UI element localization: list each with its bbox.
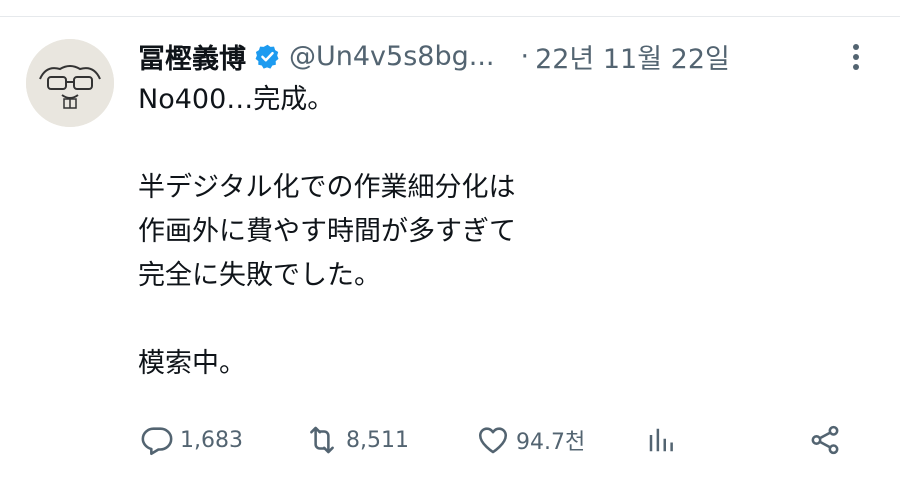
views-button[interactable] [646,418,676,462]
tweet-text: No400…完成。 半デジタル化での作業細分化は 作画外に費やす時間が多すぎて … [138,78,838,386]
retweet-icon [304,423,340,457]
tweet-text-line: 完全に失敗でした。 [138,260,381,291]
more-icon[interactable] [842,40,870,74]
retweet-count: 8,511 [346,427,409,453]
tweet-text-blank [138,298,838,342]
tweet-header: 冨樫義博 @Un4v5s8bg... · 22년 11월 22일 [138,30,878,82]
share-button[interactable] [808,418,842,462]
tweet-text-line: 半デジタル化での作業細分化は [138,172,516,203]
share-icon [808,423,842,457]
reply-icon [140,423,174,457]
tweet-text-blank [138,122,838,166]
reply-button[interactable]: 1,683 [140,418,243,462]
views-icon [646,423,676,457]
tweet-timestamp[interactable]: 22년 11월 22일 [535,37,730,76]
author-handle[interactable]: @Un4v5s8bg... [289,41,494,72]
tweet-text-line: 模索中。 [138,348,246,379]
avatar[interactable] [26,39,114,127]
like-button[interactable]: 94.7천 [476,418,585,462]
tweet-text-line: 作画外に費やす時間が多すぎて [138,216,516,247]
retweet-button[interactable]: 8,511 [304,418,409,462]
top-divider [0,16,900,17]
display-name[interactable]: 冨樫義博 [138,37,246,76]
verified-icon [254,43,281,70]
reply-count: 1,683 [180,427,243,453]
action-bar: 1,683 8,511 94.7천 [138,418,853,462]
header-separator: · [520,40,530,72]
tweet-text-line: No400…完成。 [138,84,335,115]
like-count: 94.7천 [516,430,586,455]
like-icon [476,423,510,457]
